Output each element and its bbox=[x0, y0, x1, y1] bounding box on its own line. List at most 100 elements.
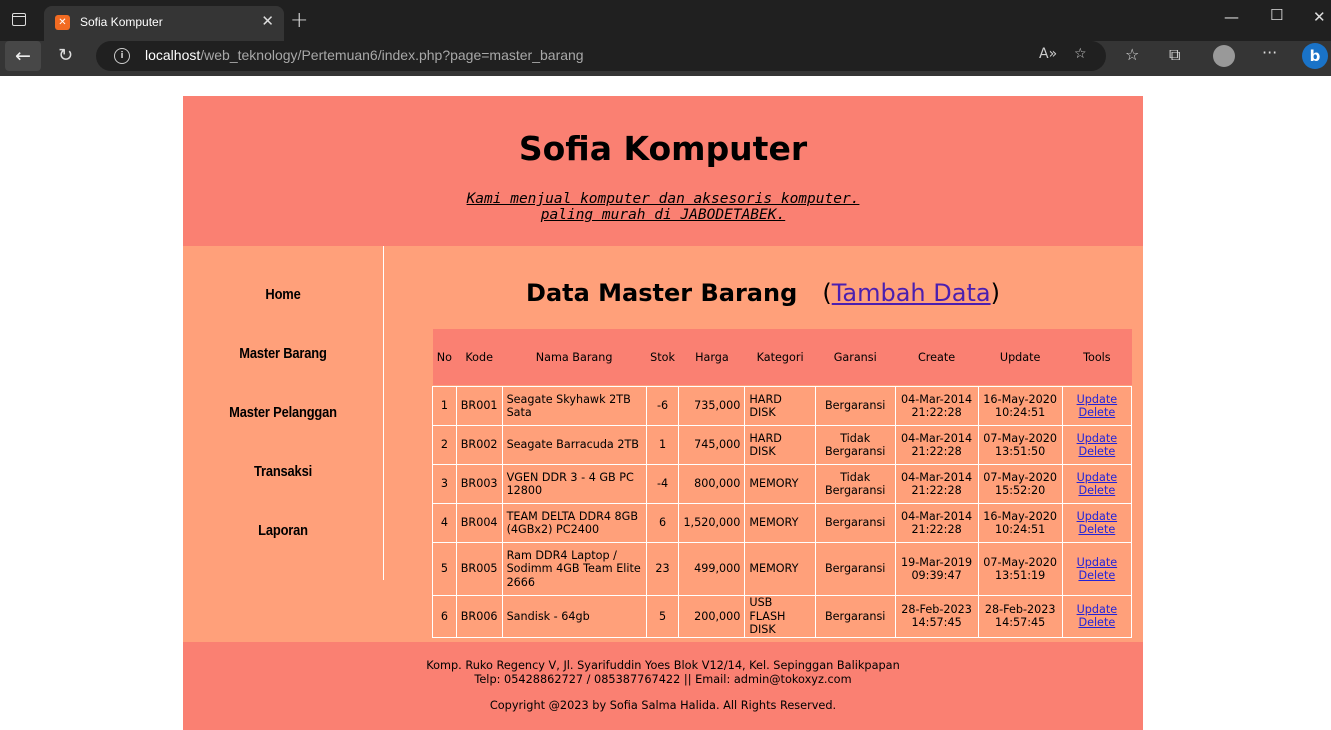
cell-garansi-text: Tidak bbox=[840, 470, 871, 484]
cell-update-date-text: 07-May-2020 bbox=[983, 555, 1058, 569]
favorites-icon[interactable]: ☆ bbox=[1125, 45, 1139, 64]
cell-garansi-text: Bergaransi bbox=[825, 484, 886, 497]
update-link[interactable]: Update bbox=[1077, 510, 1118, 523]
profile-avatar[interactable] bbox=[1213, 45, 1235, 67]
cell-kode-text: BR002 bbox=[460, 438, 498, 452]
update-link[interactable]: Update bbox=[1077, 393, 1118, 406]
cell-garansi-text: Bergaransi bbox=[825, 562, 886, 576]
cell-nama-barang-text: 2666 bbox=[506, 575, 536, 589]
nav-transaksi[interactable]: Transaksi bbox=[197, 463, 369, 480]
update-link[interactable]: Update bbox=[1077, 432, 1118, 445]
main-area: Home Master Barang Master Pelanggan Tran… bbox=[183, 246, 1143, 642]
delete-link[interactable]: Delete bbox=[1078, 484, 1115, 497]
cell-nama-barang-text: Sodimm 4GB Team Elite bbox=[506, 562, 641, 576]
more-options-icon[interactable]: ··· bbox=[1262, 43, 1277, 62]
site-tagline: Kami menjual komputer dan aksesoris komp… bbox=[183, 191, 1143, 223]
new-tab-icon[interactable]: + bbox=[290, 8, 308, 33]
cell-tools: Update Delete bbox=[1061, 386, 1133, 426]
cell-nama-barang: TEAM DELTA DDR4 8GB (4GBx2) PC2400 bbox=[501, 503, 647, 543]
cell-kode: BR002 bbox=[455, 425, 503, 465]
cell-no: 5 bbox=[432, 542, 457, 596]
cell-update-time-text: 13:51:19 bbox=[995, 569, 1046, 582]
collections-icon[interactable]: ⧉ bbox=[1169, 45, 1180, 65]
add-favorite-icon[interactable]: ☆ bbox=[1074, 46, 1087, 62]
read-aloud-icon[interactable]: A» bbox=[1039, 46, 1057, 62]
cell-no-text: 1 bbox=[440, 399, 448, 413]
cell-garansi: Bergaransi bbox=[814, 595, 896, 638]
table-row: 5 BR005 Ram DDR4 Laptop / Sodimm 4GB Team E… bbox=[432, 542, 1133, 596]
bing-copilot-icon[interactable]: b bbox=[1302, 43, 1328, 69]
cell-stok: -6 bbox=[645, 386, 680, 426]
cell-kategori: USB FLASH DISK bbox=[744, 595, 816, 638]
cell-update-time-text: 10:24:51 bbox=[995, 406, 1046, 419]
url-text[interactable]: localhost/web_teknology/Pertemuan6/index… bbox=[145, 47, 584, 63]
back-arrow-icon[interactable]: ← bbox=[5, 41, 41, 71]
cell-no-text: 5 bbox=[440, 562, 448, 576]
cell-harga: 1,520,000 bbox=[678, 503, 746, 543]
cell-update-time-text: 13:51:50 bbox=[995, 445, 1046, 458]
cell-kategori: MEMORY bbox=[744, 503, 816, 543]
col-header-kode: Kode bbox=[456, 329, 503, 385]
close-tab-icon[interactable]: ✕ bbox=[261, 12, 274, 30]
cell-create-time-text: 21:22:28 bbox=[911, 484, 962, 497]
nav-master-barang[interactable]: Master Barang bbox=[197, 345, 369, 362]
minimize-icon[interactable]: — bbox=[1224, 8, 1239, 26]
cell-create: 28-Feb-2023 14:57:45 bbox=[894, 595, 979, 638]
cell-create: 19-Mar-2019 09:39:47 bbox=[894, 542, 979, 596]
close-window-icon[interactable]: ✕ bbox=[1313, 8, 1326, 26]
cell-create: 04-Mar-2014 21:22:28 bbox=[894, 425, 979, 465]
maximize-icon[interactable]: ☐ bbox=[1270, 6, 1283, 24]
cell-stok: -4 bbox=[645, 464, 680, 504]
delete-link[interactable]: Delete bbox=[1078, 616, 1115, 629]
cell-update-time-text: 10:24:51 bbox=[995, 523, 1046, 536]
update-link[interactable]: Update bbox=[1077, 603, 1118, 616]
cell-no: 3 bbox=[432, 464, 457, 504]
reload-icon[interactable]: ↻ bbox=[58, 45, 73, 66]
cell-kategori: HARD DISK bbox=[744, 425, 816, 465]
address-bar[interactable]: i localhost/web_teknology/Pertemuan6/ind… bbox=[96, 41, 1106, 71]
cell-stok-text: 1 bbox=[658, 438, 667, 452]
delete-link[interactable]: Delete bbox=[1078, 523, 1115, 536]
footer-address: Komp. Ruko Regency V, Jl. Syarifuddin Yo… bbox=[426, 659, 900, 672]
cell-nama-barang-text: Seagate Barracuda 2TB bbox=[506, 438, 639, 452]
delete-link[interactable]: Delete bbox=[1078, 445, 1115, 458]
nav-master-pelanggan[interactable]: Master Pelanggan bbox=[197, 404, 369, 421]
site-header: Sofia Komputer Kami menjual komputer dan… bbox=[183, 96, 1143, 246]
tambah-data-link[interactable]: Tambah Data bbox=[832, 279, 991, 307]
cell-stok: 1 bbox=[645, 425, 680, 465]
site-info-icon[interactable]: i bbox=[114, 48, 130, 64]
cell-kategori: MEMORY bbox=[744, 542, 816, 596]
cell-harga: 499,000 bbox=[678, 542, 746, 596]
cell-kategori-text: HARD DISK bbox=[749, 392, 782, 420]
cell-kode-text: BR001 bbox=[460, 399, 498, 413]
cell-update: 07-May-2020 13:51:19 bbox=[977, 542, 1063, 596]
cell-garansi: Bergaransi bbox=[814, 386, 896, 426]
cell-nama-barang: Ram DDR4 Laptop / Sodimm 4GB Team Elite 26… bbox=[501, 542, 647, 596]
col-header-kategori: Kategori bbox=[744, 329, 816, 385]
cell-garansi: Bergaransi bbox=[814, 503, 896, 543]
update-link[interactable]: Update bbox=[1077, 556, 1118, 569]
cell-kategori: HARD DISK bbox=[744, 386, 816, 426]
update-link[interactable]: Update bbox=[1077, 471, 1118, 484]
nav-laporan[interactable]: Laporan bbox=[197, 522, 369, 539]
cell-create-date-text: 04-Mar-2014 bbox=[900, 509, 973, 523]
delete-link[interactable]: Delete bbox=[1078, 406, 1115, 419]
browser-tab[interactable]: ✕ Sofia Komputer ✕ bbox=[44, 6, 284, 41]
cell-tools: Update Delete bbox=[1061, 595, 1133, 638]
cell-create-date-text: 04-Mar-2014 bbox=[900, 392, 973, 406]
cell-update-time-text: 15:52:20 bbox=[995, 484, 1046, 497]
nav-home[interactable]: Home bbox=[197, 286, 369, 303]
delete-link[interactable]: Delete bbox=[1078, 569, 1115, 582]
cell-nama-barang-text: 12800 bbox=[506, 484, 543, 497]
cell-no-text: 2 bbox=[440, 438, 448, 452]
page-title: Data Master Barang bbox=[526, 279, 798, 307]
col-header-stok: Stok bbox=[646, 329, 679, 385]
cell-tools: Update Delete bbox=[1061, 503, 1133, 543]
tab-actions-icon[interactable] bbox=[12, 13, 26, 26]
tagline-line-2: paling murah di JABODETABEK. bbox=[540, 207, 786, 223]
cell-harga-text: 800,000 bbox=[694, 477, 741, 491]
tab-title: Sofia Komputer bbox=[80, 15, 163, 29]
cell-create: 04-Mar-2014 21:22:28 bbox=[894, 464, 979, 504]
cell-update-date-text: 07-May-2020 bbox=[983, 470, 1058, 484]
table-body: 1 BR001 Seagate Skyhawk 2TB Sata -6 735,000 HA… bbox=[432, 386, 1133, 638]
